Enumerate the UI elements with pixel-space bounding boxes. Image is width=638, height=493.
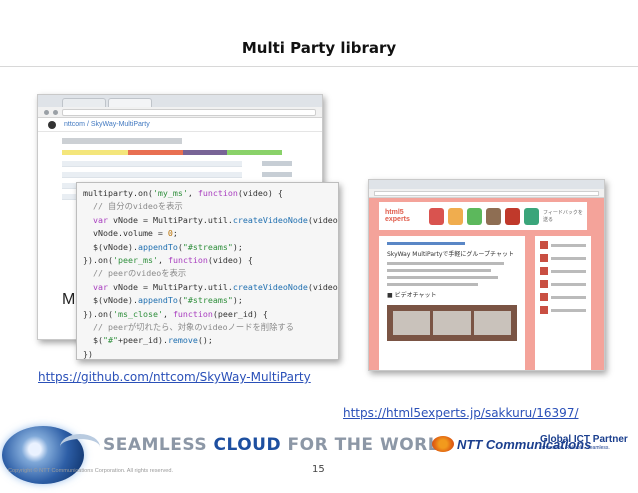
code-line: $(vNode).appendTo("#streams"); (83, 295, 243, 306)
author-avatar (429, 207, 445, 225)
text-line (387, 262, 504, 265)
text-line (387, 276, 498, 279)
language-bar (62, 150, 282, 155)
partner-subtitle: Innovative. Reliable. Seamless. (540, 445, 610, 451)
browser-tab (62, 98, 106, 107)
code-line: }).on('peer_ms', function(video) { (83, 255, 253, 266)
code-snippet-panel: multiparty.on('my_ms', function(video) {… (76, 182, 339, 360)
readme-heading-fragment: M (62, 291, 76, 308)
html5experts-link[interactable]: https://html5experts.jp/sakkuru/16397/ (343, 406, 579, 420)
sidebar-entry (540, 241, 586, 249)
tagline-strong: CLOUD (213, 435, 282, 455)
sidebar-entry (540, 280, 586, 288)
file-row (62, 161, 242, 167)
code-line: // peerのvideoを表示 (83, 268, 187, 279)
site-logo: html5 experts (385, 209, 410, 223)
article-title-line (387, 242, 465, 245)
tagline-prefix: SEAMLESS (103, 435, 214, 455)
url-field (374, 190, 599, 196)
copyright-text: Copyright © NTT Communications Corporati… (8, 468, 174, 474)
code-line: $(vNode).appendTo("#streams"); (83, 241, 243, 252)
browser-tab-strip (369, 180, 604, 189)
forward-icon (53, 109, 58, 115)
code-line: var vNode = MultiParty.util.createVideoN… (93, 214, 338, 225)
author-avatar (486, 207, 502, 225)
article-card: SkyWay MultiPartyで手軽にグループチャット ■ ビデオチャット (379, 236, 525, 370)
partner-title: Global ICT Partner (540, 434, 628, 445)
video-tile (393, 311, 431, 335)
address-bar (369, 189, 604, 198)
video-chat-screenshot (387, 305, 517, 341)
sidebar-row (262, 172, 292, 177)
author-avatar (505, 207, 521, 225)
video-tile (473, 311, 511, 335)
tagline-suffix: FOR THE WORLD (281, 435, 454, 455)
html5experts-browser-screenshot: html5 experts フィードバックを送る SkyWay MultiPar… (368, 179, 605, 371)
slide-title: Multi Party library (241, 39, 397, 57)
back-icon (44, 109, 49, 115)
repo-name: nttcom / SkyWay-MultiParty (64, 121, 150, 128)
section-heading: ■ ビデオチャット (387, 292, 437, 299)
sidebar-entry (540, 254, 586, 262)
sidebar-row (262, 161, 292, 166)
footer-tagline: SEAMLESS CLOUD FOR THE WORLD (103, 435, 454, 455)
browser-tab-active (108, 98, 152, 107)
address-bar (38, 107, 322, 118)
github-octocat-icon (48, 120, 56, 129)
text-line (387, 269, 491, 272)
sidebar-entry (540, 267, 586, 275)
code-line: }).on('ms_close', function(peer_id) { (83, 308, 268, 319)
video-tile (433, 311, 471, 335)
code-line: }) (83, 348, 93, 359)
code-line: vNode.volume = 0; (83, 228, 178, 239)
code-line: var vNode = MultiParty.util.createVideoN… (93, 281, 338, 292)
header-text: フィードバックを送る (543, 210, 583, 223)
repo-description (62, 138, 182, 144)
site-header: html5 experts フィードバックを送る (379, 202, 587, 230)
sidebar-entry (540, 306, 586, 314)
site-sidebar (535, 236, 591, 370)
code-line: // 自分のvideoを表示 (83, 201, 183, 212)
github-link[interactable]: https://github.com/nttcom/SkyWay-MultiPa… (38, 370, 311, 384)
partner-badge: Global ICT Partner Innovative. Reliable.… (540, 434, 628, 451)
ntt-mark-icon (432, 436, 454, 452)
slide-footer: SEAMLESS CLOUD FOR THE WORLD NTT Communi… (0, 420, 638, 493)
slide-title-bar: Multi Party library (0, 30, 638, 66)
url-field (62, 108, 316, 116)
title-divider (0, 66, 638, 67)
text-line (387, 283, 478, 286)
author-avatar (467, 207, 483, 225)
sidebar-entry (540, 293, 586, 301)
author-avatar (524, 207, 540, 225)
code-line: // peerが切れたら、対象のvideoノードを削除する (83, 322, 294, 333)
swoosh-decoration (60, 434, 100, 460)
page-number: 15 (312, 464, 325, 475)
site-body: html5 experts フィードバックを送る SkyWay MultiPar… (369, 198, 604, 370)
article-text: SkyWay MultiPartyで手軽にグループチャット (387, 251, 514, 258)
github-header: nttcom / SkyWay-MultiParty (38, 118, 322, 132)
author-avatar (448, 207, 464, 225)
browser-tab-strip (38, 95, 322, 107)
file-row (62, 172, 242, 178)
code-line: $("#"+peer_id).remove(); (83, 335, 213, 346)
code-line: multiparty.on('my_ms', function(video) { (83, 188, 283, 198)
